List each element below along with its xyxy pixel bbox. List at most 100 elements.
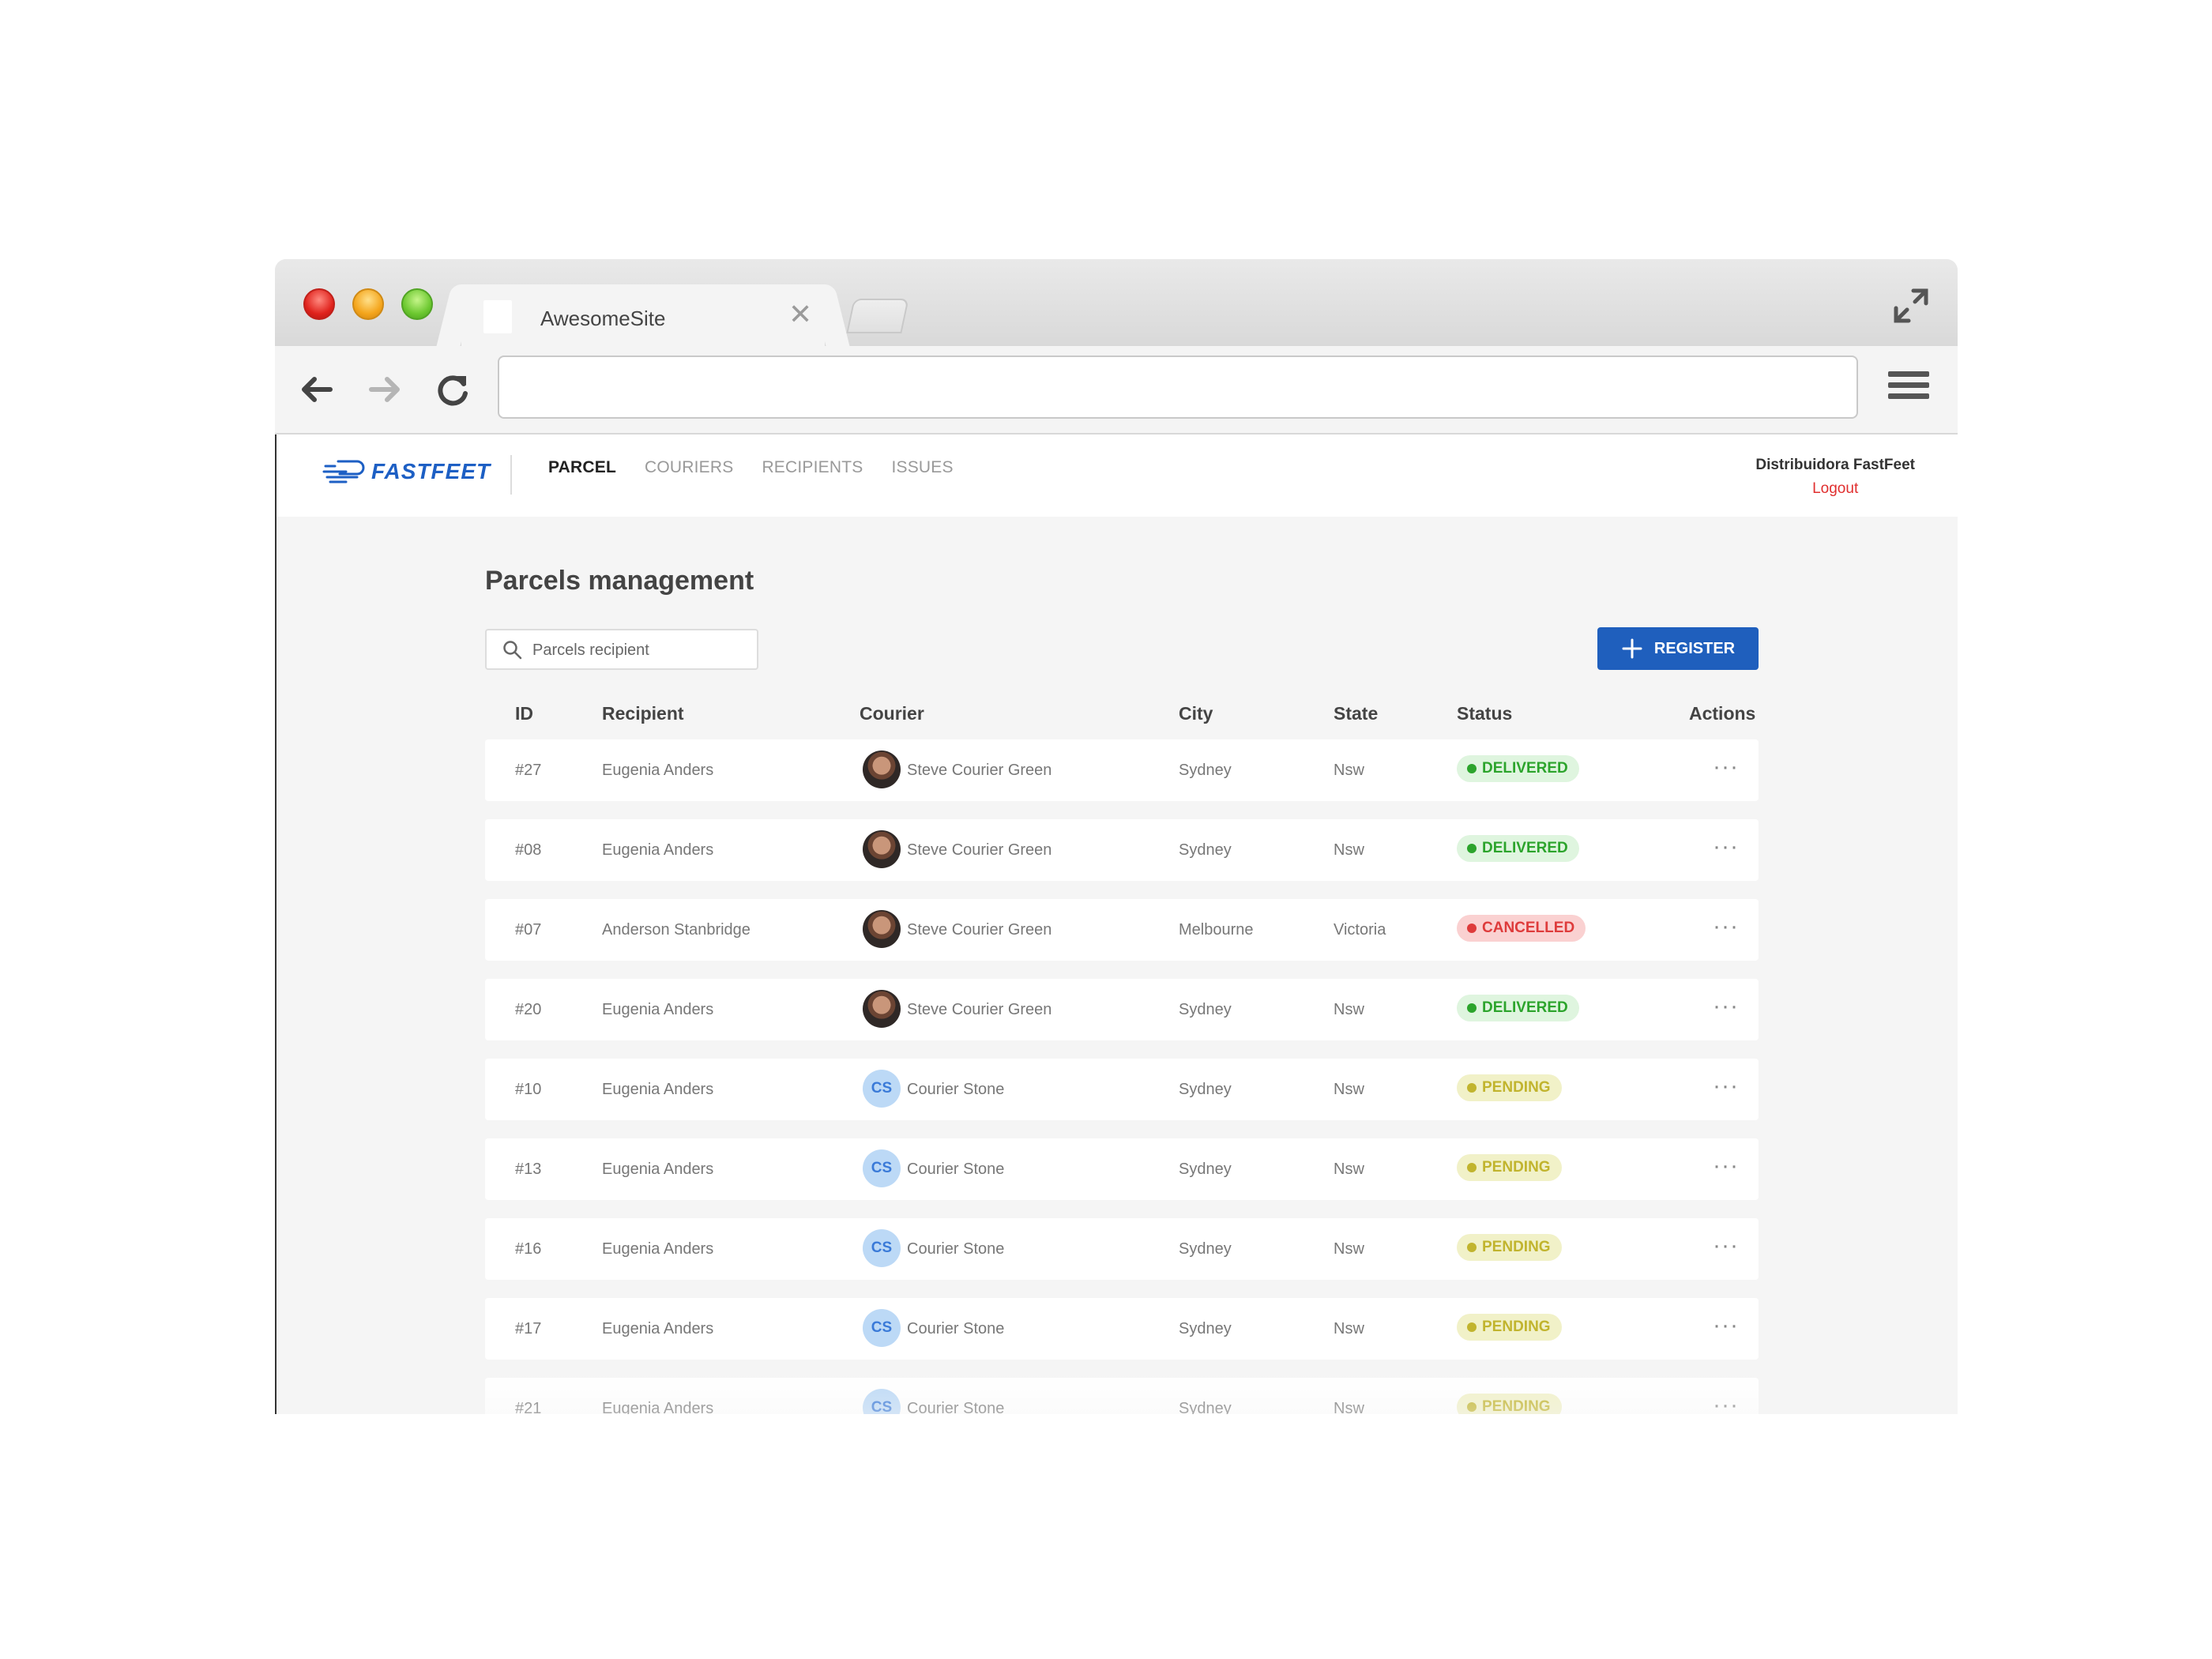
forward-arrow-icon[interactable] <box>365 370 404 409</box>
status-badge: DELIVERED <box>1457 835 1579 862</box>
courier-name: Steve Courier Green <box>907 1001 1052 1018</box>
main-nav: PARCEL COURIERS RECIPIENTS ISSUES <box>548 458 982 477</box>
recipient-name: Eugenia Anders <box>602 1001 714 1018</box>
browser-toolbar <box>275 346 1958 434</box>
courier-avatar <box>863 910 901 948</box>
courier-avatar: CS <box>863 1149 901 1187</box>
recipient-name: Eugenia Anders <box>602 1400 714 1414</box>
new-tab-button[interactable] <box>846 299 909 333</box>
nav-recipients[interactable]: RECIPIENTS <box>762 458 863 477</box>
column-header-id: ID <box>515 703 533 724</box>
courier-avatar <box>863 750 901 788</box>
address-bar[interactable] <box>498 356 1858 419</box>
search-icon <box>503 641 522 660</box>
status-badge: CANCELLED <box>1457 915 1586 942</box>
nav-parcel[interactable]: PARCEL <box>548 458 616 477</box>
courier-name: Steve Courier Green <box>907 762 1052 779</box>
table-row[interactable]: #07 Anderson Stanbridge Steve Courier Gree… <box>485 899 1759 961</box>
register-button[interactable]: REGISTER <box>1597 627 1759 670</box>
city: Sydney <box>1179 841 1232 859</box>
column-header-courier: Courier <box>860 703 924 724</box>
parcel-id: #10 <box>515 1081 542 1098</box>
search-box[interactable] <box>485 629 758 670</box>
courier-avatar: CS <box>863 1389 901 1414</box>
more-actions-icon[interactable]: ··· <box>1713 1312 1739 1339</box>
browser-window: AwesomeSite ✕ FASTFEET PARCEL COURIERS R… <box>275 259 1958 1414</box>
column-header-city: City <box>1179 703 1213 724</box>
courier-avatar: CS <box>863 1070 901 1108</box>
logo-text: FASTFEET <box>371 459 491 483</box>
window-zoom-button[interactable] <box>401 288 433 320</box>
nav-issues[interactable]: ISSUES <box>891 458 953 477</box>
city: Sydney <box>1179 1081 1232 1098</box>
courier-name: Courier Stone <box>907 1161 1005 1178</box>
parcel-id: #08 <box>515 841 542 859</box>
more-actions-icon[interactable]: ··· <box>1713 754 1739 781</box>
city: Sydney <box>1179 1400 1232 1414</box>
state: Nsw <box>1334 1400 1364 1414</box>
parcel-id: #20 <box>515 1001 542 1018</box>
recipient-name: Eugenia Anders <box>602 1161 714 1178</box>
search-input[interactable] <box>532 638 746 662</box>
more-actions-icon[interactable]: ··· <box>1713 1073 1739 1100</box>
tab-close-icon[interactable]: ✕ <box>788 300 812 329</box>
parcel-id: #16 <box>515 1240 542 1258</box>
courier-avatar <box>863 990 901 1028</box>
recipient-name: Eugenia Anders <box>602 762 714 779</box>
user-box: Distribuidora FastFeet Logout <box>1755 457 1915 498</box>
city: Sydney <box>1179 1001 1232 1018</box>
header-divider <box>510 455 512 495</box>
page-title: Parcels management <box>485 566 754 596</box>
fastfeet-logo[interactable]: FASTFEET <box>322 458 491 485</box>
state: Nsw <box>1334 1001 1364 1018</box>
state: Nsw <box>1334 841 1364 859</box>
status-badge: DELIVERED <box>1457 995 1579 1021</box>
state: Nsw <box>1334 1240 1364 1258</box>
state: Nsw <box>1334 1081 1364 1098</box>
table-row[interactable]: #08 Eugenia Anders Steve Courier Green Sydn… <box>485 819 1759 881</box>
back-arrow-icon[interactable] <box>297 370 337 409</box>
plus-icon <box>1622 638 1642 659</box>
parcel-id: #21 <box>515 1400 542 1414</box>
table-row[interactable]: #17 Eugenia Anders CS Courier Stone Sydney Ns… <box>485 1298 1759 1360</box>
window-minimize-button[interactable] <box>352 288 384 320</box>
parcel-id: #07 <box>515 921 542 939</box>
courier-name: Courier Stone <box>907 1400 1005 1414</box>
more-actions-icon[interactable]: ··· <box>1713 1392 1739 1414</box>
reload-icon[interactable] <box>433 370 472 409</box>
logo-speed-icon <box>322 460 365 483</box>
more-actions-icon[interactable]: ··· <box>1713 1153 1739 1179</box>
more-actions-icon[interactable]: ··· <box>1713 833 1739 860</box>
recipient-name: Eugenia Anders <box>602 1240 714 1258</box>
table-row[interactable]: #27 Eugenia Anders Steve Courier Green Sydn… <box>485 739 1759 801</box>
browser-titlebar: AwesomeSite ✕ <box>275 259 1958 348</box>
table-row[interactable]: #16 Eugenia Anders CS Courier Stone Sydney Ns… <box>485 1218 1759 1280</box>
window-close-button[interactable] <box>303 288 335 320</box>
logout-link[interactable]: Logout <box>1755 480 1915 498</box>
user-name: Distribuidora FastFeet <box>1755 457 1915 473</box>
browser-tab[interactable]: AwesomeSite ✕ <box>461 284 825 348</box>
city: Sydney <box>1179 1240 1232 1258</box>
more-actions-icon[interactable]: ··· <box>1713 993 1739 1020</box>
table-row[interactable]: #13 Eugenia Anders CS Courier Stone Sydney Ns… <box>485 1138 1759 1200</box>
fullscreen-expand-icon[interactable] <box>1891 286 1931 325</box>
status-badge: PENDING <box>1457 1074 1562 1101</box>
browser-menu-icon[interactable] <box>1888 371 1929 408</box>
tab-title: AwesomeSite <box>540 307 666 330</box>
column-header-actions: Actions <box>1689 703 1756 724</box>
courier-name: Courier Stone <box>907 1320 1005 1337</box>
status-badge: PENDING <box>1457 1394 1562 1414</box>
nav-couriers[interactable]: COURIERS <box>645 458 733 477</box>
courier-name: Courier Stone <box>907 1240 1005 1258</box>
recipient-name: Anderson Stanbridge <box>602 921 750 939</box>
parcel-id: #27 <box>515 762 542 779</box>
more-actions-icon[interactable]: ··· <box>1713 913 1739 940</box>
more-actions-icon[interactable]: ··· <box>1713 1232 1739 1259</box>
table-row[interactable]: #10 Eugenia Anders CS Courier Stone Sydney Ns… <box>485 1059 1759 1120</box>
table-row[interactable]: #21 Eugenia Anders CS Courier Stone Sydney Ns… <box>485 1378 1759 1414</box>
state: Nsw <box>1334 1320 1364 1337</box>
register-label: REGISTER <box>1653 639 1736 657</box>
app-viewport: FASTFEET PARCEL COURIERS RECIPIENTS ISSU… <box>275 434 1958 1414</box>
parcel-id: #17 <box>515 1320 542 1337</box>
table-row[interactable]: #20 Eugenia Anders Steve Courier Green Sydn… <box>485 979 1759 1040</box>
